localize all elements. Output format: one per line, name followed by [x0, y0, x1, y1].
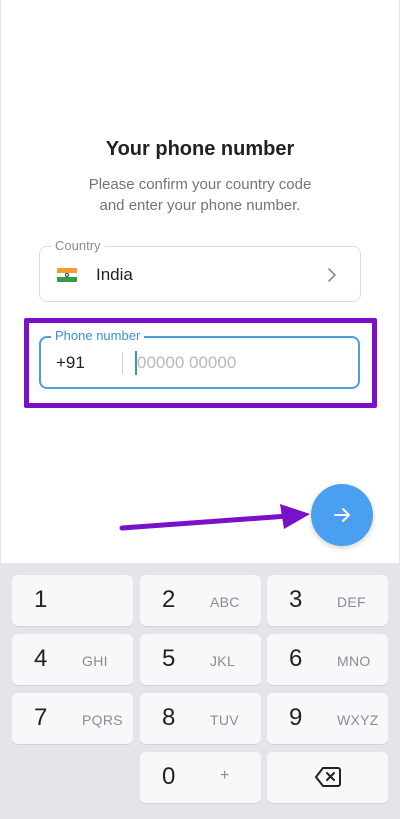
key-letters: TUV: [210, 712, 239, 728]
key-letters: GHI: [82, 653, 108, 669]
key-digit: 2: [162, 586, 176, 613]
next-button[interactable]: [311, 484, 373, 546]
key-letters: ABC: [210, 594, 240, 610]
key-2[interactable]: 2 ABC: [140, 575, 261, 626]
key-letters: JKL: [210, 653, 236, 669]
page-title: Your phone number: [105, 138, 295, 160]
key-5[interactable]: 5 JKL: [140, 634, 261, 685]
key-letters: WXYZ: [337, 712, 379, 728]
key-digit: 1: [34, 586, 48, 613]
key-4[interactable]: 4 GHI: [12, 634, 133, 685]
key-7[interactable]: 7 PQRS: [12, 693, 133, 744]
key-1[interactable]: 1: [12, 575, 133, 626]
key-3[interactable]: 3 DEF: [267, 575, 388, 626]
chevron-right-icon: [328, 268, 336, 282]
subtitle-line-1: Please confirm your country code: [88, 176, 312, 193]
country-selector[interactable]: Country India: [39, 238, 361, 302]
india-flag-icon: [57, 268, 77, 282]
phone-number-label: Phone number: [51, 328, 145, 343]
country-label: Country: [51, 238, 105, 253]
key-0[interactable]: 0 +: [140, 752, 261, 803]
key-9[interactable]: 9 WXYZ: [267, 693, 388, 744]
phone-number-field[interactable]: Phone number +91: [39, 328, 360, 389]
key-digit: 9: [289, 704, 303, 731]
key-digit: 8: [162, 704, 176, 731]
dial-code[interactable]: +91: [56, 353, 85, 373]
backspace-icon: [315, 767, 341, 787]
key-digit: 7: [34, 704, 48, 731]
key-digit: 6: [289, 645, 303, 672]
key-digit: 0: [162, 763, 176, 790]
key-letters: +: [220, 767, 230, 784]
key-letters: MNO: [337, 653, 371, 669]
backspace-key[interactable]: [267, 752, 388, 803]
key-6[interactable]: 6 MNO: [267, 634, 388, 685]
page-subtitle: Please confirm your country code and ent…: [0, 174, 400, 216]
phone-number-input[interactable]: [137, 347, 337, 379]
key-digit: 3: [289, 586, 303, 613]
field-divider: [122, 352, 123, 374]
country-name: India: [96, 265, 133, 284]
subtitle-line-2: and enter your phone number.: [99, 197, 301, 214]
key-letters: PQRS: [82, 712, 123, 728]
key-digit: 4: [34, 645, 48, 672]
key-8[interactable]: 8 TUV: [140, 693, 261, 744]
key-digit: 5: [162, 645, 176, 672]
annotation-arrow-icon: [119, 504, 310, 531]
arrow-right-icon: [334, 508, 350, 522]
key-letters: DEF: [337, 594, 366, 610]
numeric-keypad: 1 2 ABC 3 DEF 4 GHI 5 JKL 6 MNO 7 PQRS 8…: [0, 563, 400, 819]
